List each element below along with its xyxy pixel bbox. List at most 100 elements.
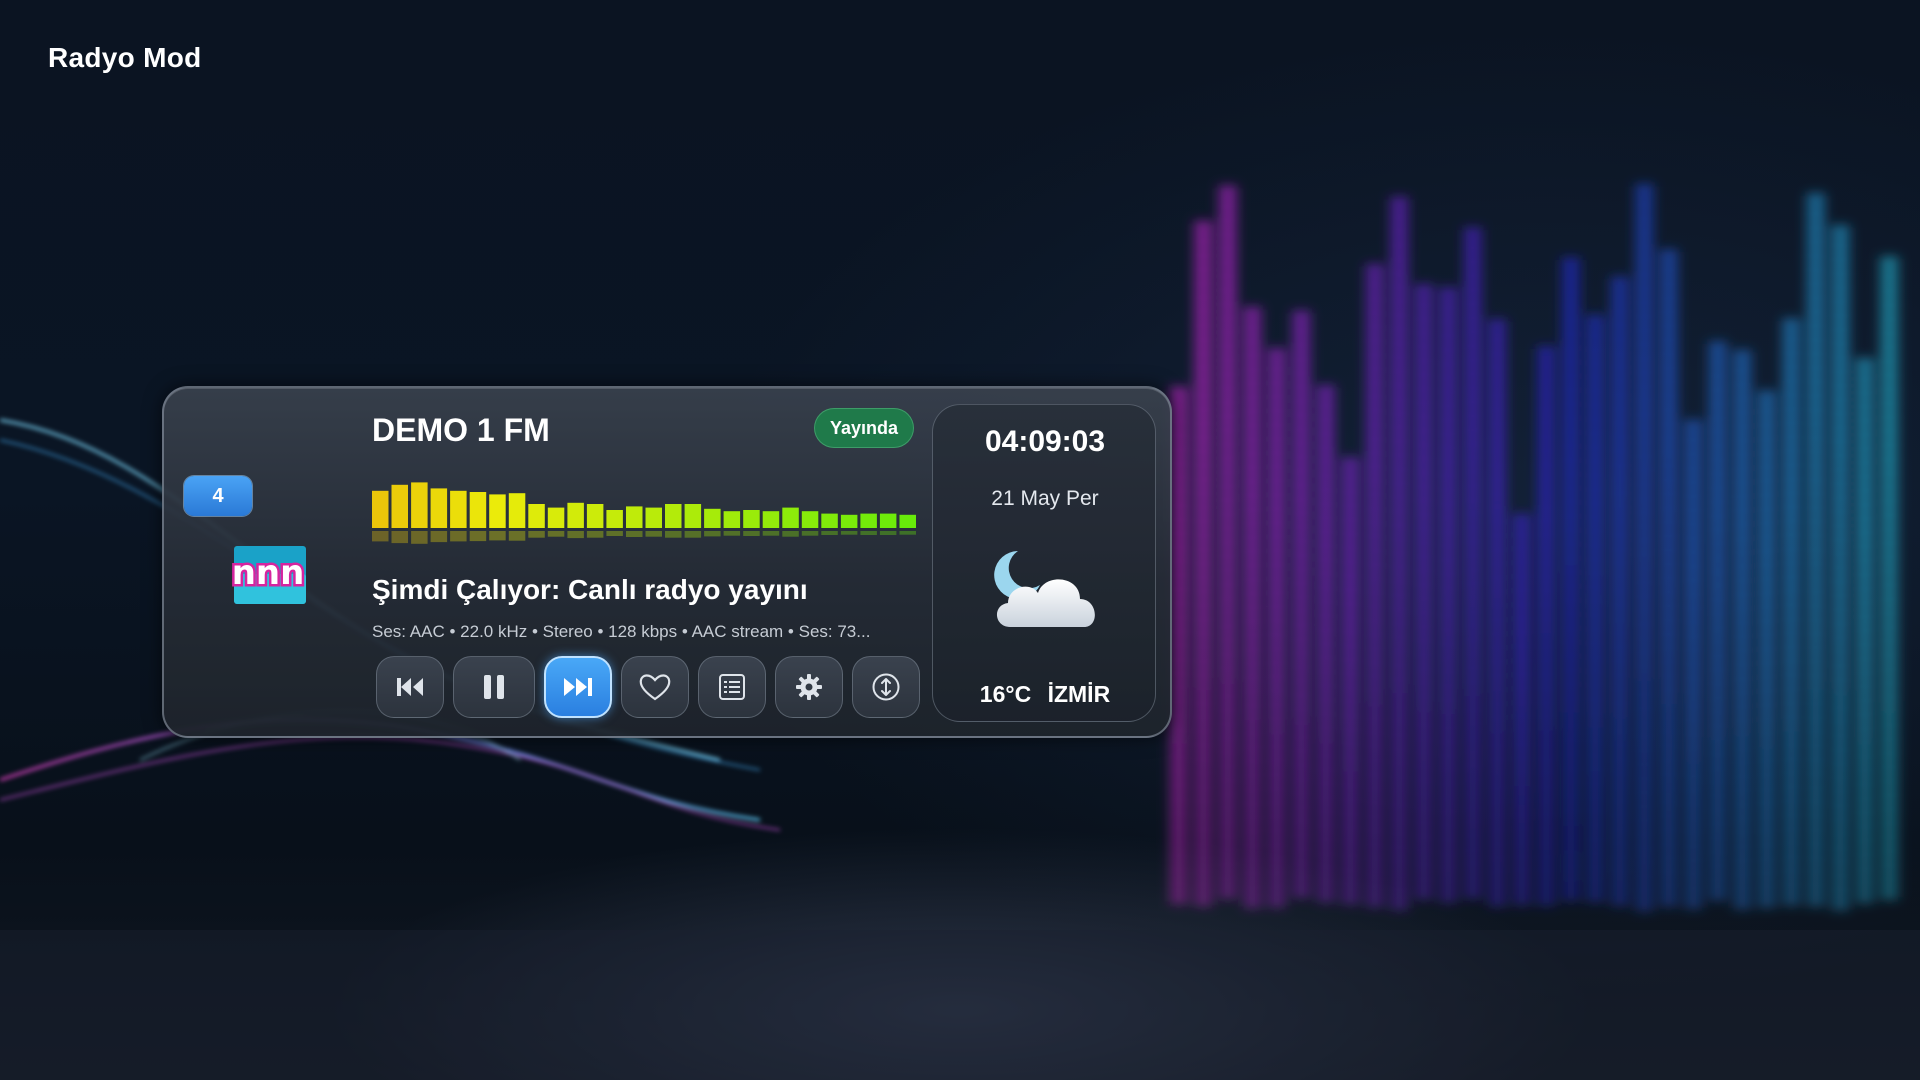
- background-bar-segment: [1660, 293, 1678, 303]
- background-bar-segment: [1880, 846, 1899, 857]
- background-bar-segment: [1856, 527, 1874, 538]
- next-button[interactable]: [544, 656, 612, 718]
- background-bar-segment: [1317, 834, 1335, 845]
- pause-button[interactable]: [453, 656, 535, 718]
- background-bar-segment: [1488, 894, 1507, 905]
- background-bar-segment: [1415, 341, 1433, 352]
- background-bar-segment: [1880, 762, 1899, 773]
- background-bar-segment: [1390, 660, 1409, 671]
- background-bar-segment: [1635, 451, 1654, 462]
- background-bar-segment: [1856, 513, 1874, 524]
- background-bar-segment: [1390, 828, 1409, 839]
- background-bar-segment: [1488, 516, 1507, 527]
- background-bar-segment: [1439, 765, 1458, 775]
- background-bar-segment: [1243, 770, 1262, 781]
- equalizer-bar: [743, 510, 760, 528]
- background-bar-segment: [1317, 596, 1335, 607]
- favorite-button[interactable]: [621, 656, 689, 718]
- background-bar-segment: [1537, 711, 1556, 722]
- background-bar-segment: [1856, 807, 1874, 818]
- background-bar-segment: [1537, 697, 1556, 708]
- background-bar-segment: [1243, 854, 1262, 865]
- background-bar-segment: [1709, 413, 1727, 423]
- background-bar-segment: [1562, 385, 1580, 396]
- background-bar-segment: [1194, 306, 1213, 317]
- background-bar-segment: [1390, 534, 1409, 545]
- background-bar-segment: [1562, 315, 1580, 326]
- background-bar-segment: [1831, 702, 1850, 713]
- background-bar-segment: [1488, 432, 1507, 443]
- background-bar-segment: [1219, 495, 1237, 506]
- background-bar-segment: [1243, 728, 1262, 739]
- background-bar-segment: [1464, 229, 1482, 239]
- background-bar-segment: [1880, 258, 1899, 269]
- background-bar-segment: [1831, 646, 1850, 657]
- background-bar-segment: [1831, 576, 1850, 587]
- background-bar-segment: [1733, 449, 1752, 460]
- background-bar-segment: [1635, 339, 1654, 350]
- background-bar-segment: [1782, 404, 1801, 415]
- background-bar-segment: [1415, 677, 1433, 688]
- background-bar-segment: [1194, 572, 1213, 583]
- background-bar-segment: [1586, 316, 1605, 327]
- background-bar-segment: [1831, 814, 1850, 825]
- background-bar-segment: [1635, 619, 1654, 630]
- settings-button[interactable]: [775, 656, 843, 718]
- background-bar-segment: [1341, 808, 1360, 819]
- background-bar-segment: [1219, 859, 1237, 870]
- background-bar-segment: [1292, 382, 1311, 393]
- background-bar-segment: [1268, 643, 1286, 654]
- background-bar-segment: [1317, 638, 1335, 649]
- background-bar-segment: [1194, 796, 1213, 807]
- background-bar-segment: [1562, 749, 1580, 760]
- background-bar-segment: [1807, 880, 1825, 891]
- background-bar-segment: [1733, 407, 1752, 418]
- equalizer-bar: [450, 490, 467, 528]
- background-bar-segment: [1807, 754, 1825, 765]
- background-bar-segment: [1635, 283, 1654, 294]
- background-bar-segment: [1758, 574, 1776, 585]
- background-bar-segment: [1194, 894, 1213, 905]
- background-bar-segment: [1366, 531, 1384, 542]
- background-bar-segment: [1733, 365, 1752, 376]
- background-bar-segment: [1611, 362, 1629, 373]
- swap-button[interactable]: [852, 656, 920, 718]
- background-bar-segment: [1758, 476, 1776, 487]
- background-bar-segment: [1611, 502, 1629, 513]
- background-bar-segment: [1317, 792, 1335, 803]
- background-bar-segment: [1807, 432, 1825, 443]
- previous-button[interactable]: [376, 656, 444, 718]
- background-bar-segment: [1366, 349, 1384, 360]
- equalizer-bar-reflection: [469, 531, 487, 542]
- background-bar-segment: [1341, 584, 1360, 595]
- background-bar-segment: [1415, 411, 1433, 422]
- background-bar-segment: [1611, 838, 1629, 849]
- background-bar-segment: [1831, 520, 1850, 531]
- background-bar-segment: [1488, 418, 1507, 429]
- equalizer-bar-reflection: [528, 531, 545, 538]
- background-bar-segment: [1807, 586, 1825, 597]
- background-bar-segment: [1856, 625, 1874, 636]
- background-bar-segment: [1219, 565, 1237, 576]
- background-bar-segment: [1684, 547, 1703, 558]
- background-bar-segment: [1268, 587, 1286, 598]
- background-bar-segment: [1807, 236, 1825, 247]
- background-bar-segment: [1292, 494, 1311, 505]
- background-bar-segment: [1292, 466, 1311, 477]
- background-bar-segment: [1660, 839, 1678, 849]
- background-bar-segment: [1243, 756, 1262, 767]
- background-bar-segment: [1488, 866, 1507, 877]
- list-button[interactable]: [698, 656, 766, 718]
- background-bar-segment: [1831, 506, 1850, 517]
- background-bar-segment: [1439, 569, 1458, 579]
- background-bar-segment: [1170, 682, 1188, 693]
- equalizer-bar-reflection: [372, 531, 389, 542]
- background-bar-segment: [1390, 786, 1409, 797]
- background-bar-segment: [1317, 736, 1335, 747]
- background-bar-segment: [1268, 349, 1286, 360]
- background-bar-segment: [1513, 879, 1531, 890]
- background-bar-segment: [1390, 198, 1409, 209]
- background-bar-segment: [1782, 712, 1801, 723]
- background-bar-segment: [1268, 895, 1286, 906]
- background-bar-segment: [1733, 799, 1752, 810]
